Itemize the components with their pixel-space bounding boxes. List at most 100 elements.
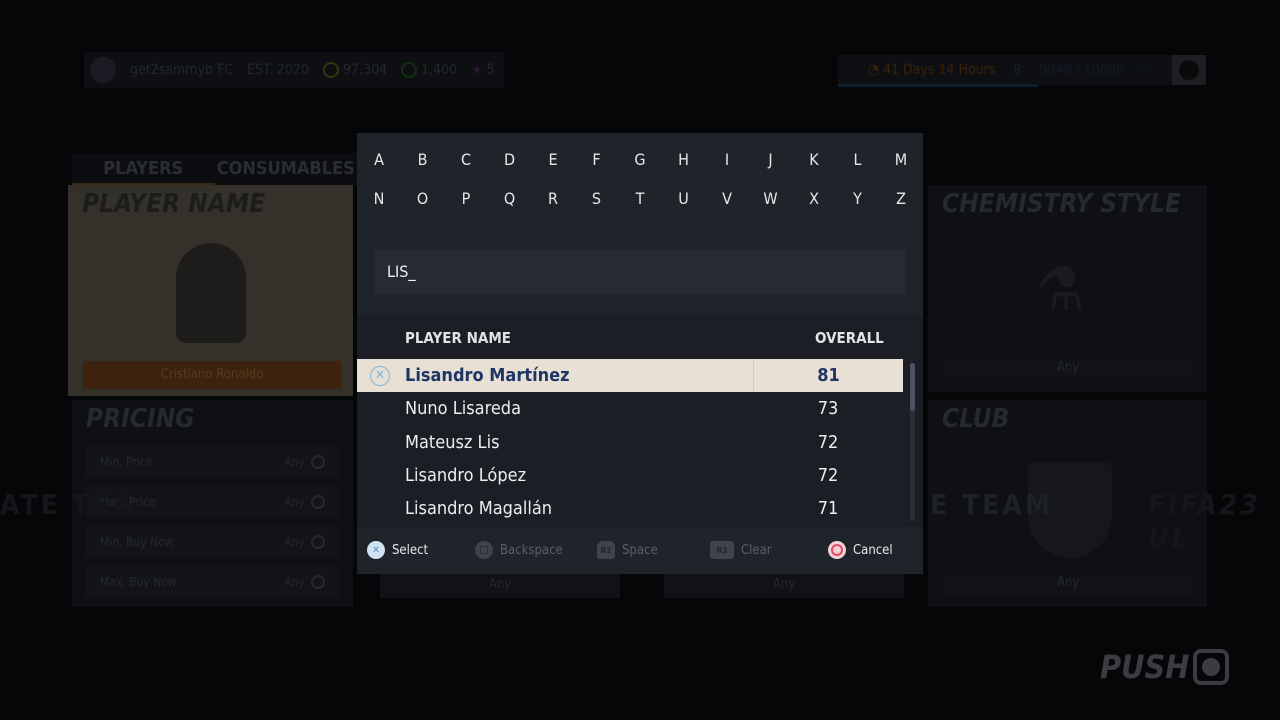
player-name-card[interactable]: PLAYER NAME Cristiano Ronaldo — [68, 185, 353, 396]
cancel-button[interactable]: Cancel — [828, 537, 893, 563]
coins-value: 97,304 — [343, 62, 388, 78]
player-name: Nuno Lisareda — [405, 398, 521, 420]
key-s[interactable]: S — [582, 189, 612, 208]
key-d[interactable]: D — [495, 150, 525, 169]
clear-button[interactable]: R3 Clear — [710, 537, 772, 563]
result-row[interactable]: Lisandro Magallán 71 — [357, 492, 903, 525]
player-overall: 72 — [817, 431, 839, 453]
push-watermark-logo: PUSH — [1100, 648, 1230, 686]
club-value: Any — [943, 570, 1193, 596]
scrollbar-thumb[interactable] — [910, 363, 915, 411]
key-h[interactable]: H — [669, 150, 699, 169]
player-name: Mateusz Lis — [405, 431, 500, 453]
player-search-dialog: ABCDEFGHIJKLM NOPQRSTUVWXYZ LIS_ PLAYER N… — [357, 133, 923, 574]
coin-icon — [311, 575, 325, 590]
star-icon: ★ — [471, 62, 483, 78]
rating-value: 5 — [486, 62, 495, 78]
points: 1,400 — [401, 62, 457, 78]
key-w[interactable]: W — [756, 189, 786, 208]
result-row[interactable]: Lisandro López 72 — [357, 459, 903, 492]
select-button[interactable]: ✕ Select — [367, 537, 428, 563]
result-row[interactable]: Nuno Lisareda 73 — [357, 392, 903, 425]
min-buy-now-row[interactable]: Min. Buy Now Any — [86, 526, 339, 558]
key-p[interactable]: P — [451, 189, 481, 208]
key-o[interactable]: O — [408, 189, 438, 208]
flask-icon: ⚗ — [1036, 255, 1085, 325]
key-g[interactable]: G — [625, 150, 655, 169]
xp-icon: XP — [1141, 64, 1154, 76]
coin-icon — [311, 535, 325, 550]
chemistry-style-panel[interactable]: CHEMISTRY STYLE ⚗ Any — [928, 185, 1207, 392]
chemistry-value: Any — [943, 355, 1193, 381]
row-value: Any — [284, 454, 305, 469]
key-t[interactable]: T — [625, 189, 655, 208]
min-price-row[interactable]: Min. Price Any — [86, 446, 339, 478]
row-value: Any — [284, 494, 305, 509]
column-player-name: PLAYER NAME — [405, 329, 511, 347]
player-name: Lisandro López — [405, 464, 527, 486]
row-label: Min. Buy Now — [100, 535, 174, 549]
season-time: ◔ 41 Days 14 Hours — [868, 62, 996, 78]
tab-bar: PLAYERS CONSUMABLES — [72, 153, 357, 185]
tab-consumables[interactable]: CONSUMABLES — [215, 153, 358, 185]
row-value: Any — [284, 534, 305, 549]
player-overall: 81 — [753, 359, 903, 392]
filter-any[interactable]: Any — [664, 572, 904, 598]
result-row[interactable]: ✕ Lisandro Martínez 81 — [357, 359, 903, 392]
square-button-icon — [475, 541, 493, 559]
select-label: Select — [392, 542, 429, 558]
key-q[interactable]: Q — [495, 189, 525, 208]
chemistry-title: CHEMISTRY STYLE — [942, 189, 1181, 219]
space-label: Space — [622, 542, 658, 558]
key-c[interactable]: C — [451, 150, 481, 169]
circle-button-icon — [828, 541, 846, 559]
card-title: PLAYER NAME — [82, 189, 266, 219]
space-button[interactable]: R2 Space — [597, 537, 658, 563]
points-value: 1,400 — [421, 62, 458, 78]
search-input[interactable]: LIS_ — [375, 249, 905, 295]
key-f[interactable]: F — [582, 150, 612, 169]
marquee-brand: FIFA23 UL — [1148, 488, 1261, 554]
player-portrait — [176, 243, 246, 343]
key-u[interactable]: U — [669, 189, 699, 208]
key-y[interactable]: Y — [843, 189, 873, 208]
coin-icon — [311, 495, 325, 510]
key-l[interactable]: L — [843, 150, 873, 169]
clear-label: Clear — [741, 542, 772, 558]
club-name: get2sammyb FC — [130, 62, 234, 78]
season-time-text: 41 Days 14 Hours — [883, 62, 996, 78]
filter-any[interactable]: Any — [380, 572, 620, 598]
xp-progress: 9048 / 10600 — [1039, 62, 1124, 78]
coin-icon — [311, 455, 325, 470]
xp-progress-bar — [838, 84, 1038, 87]
results-list: PLAYER NAME OVERALL ✕ Lisandro Martínez 81… — [357, 315, 923, 527]
rating: ★ 5 — [471, 62, 494, 78]
player-overall: 73 — [817, 398, 839, 420]
club-title: CLUB — [942, 404, 1010, 434]
max-buy-now-row[interactable]: Max. Buy Now Any — [86, 566, 339, 598]
ea-logo-icon — [1172, 55, 1206, 85]
player-overall: 71 — [817, 498, 839, 520]
tab-players[interactable]: PLAYERS — [72, 153, 215, 185]
key-r[interactable]: R — [538, 189, 568, 208]
key-j[interactable]: J — [756, 150, 786, 169]
key-k[interactable]: K — [799, 150, 829, 169]
key-m[interactable]: M — [886, 150, 916, 169]
player-overall: 72 — [817, 464, 839, 486]
key-v[interactable]: V — [712, 189, 742, 208]
key-x[interactable]: X — [799, 189, 829, 208]
result-row[interactable]: Mateusz Lis 72 — [357, 426, 903, 459]
player-name: Lisandro Magallán — [405, 498, 553, 520]
key-z[interactable]: Z — [886, 189, 916, 208]
backspace-button[interactable]: Backspace — [475, 537, 563, 563]
key-a[interactable]: A — [364, 150, 394, 169]
key-b[interactable]: B — [408, 150, 438, 169]
column-overall: OVERALL — [815, 329, 884, 347]
pricing-title: PRICING — [86, 404, 195, 434]
key-n[interactable]: N — [364, 189, 394, 208]
coins: 97,304 — [323, 62, 387, 78]
cross-button-icon: ✕ — [370, 366, 390, 386]
key-e[interactable]: E — [538, 150, 568, 169]
marquee-text: ATE TEA — [0, 488, 136, 521]
key-i[interactable]: I — [712, 150, 742, 169]
